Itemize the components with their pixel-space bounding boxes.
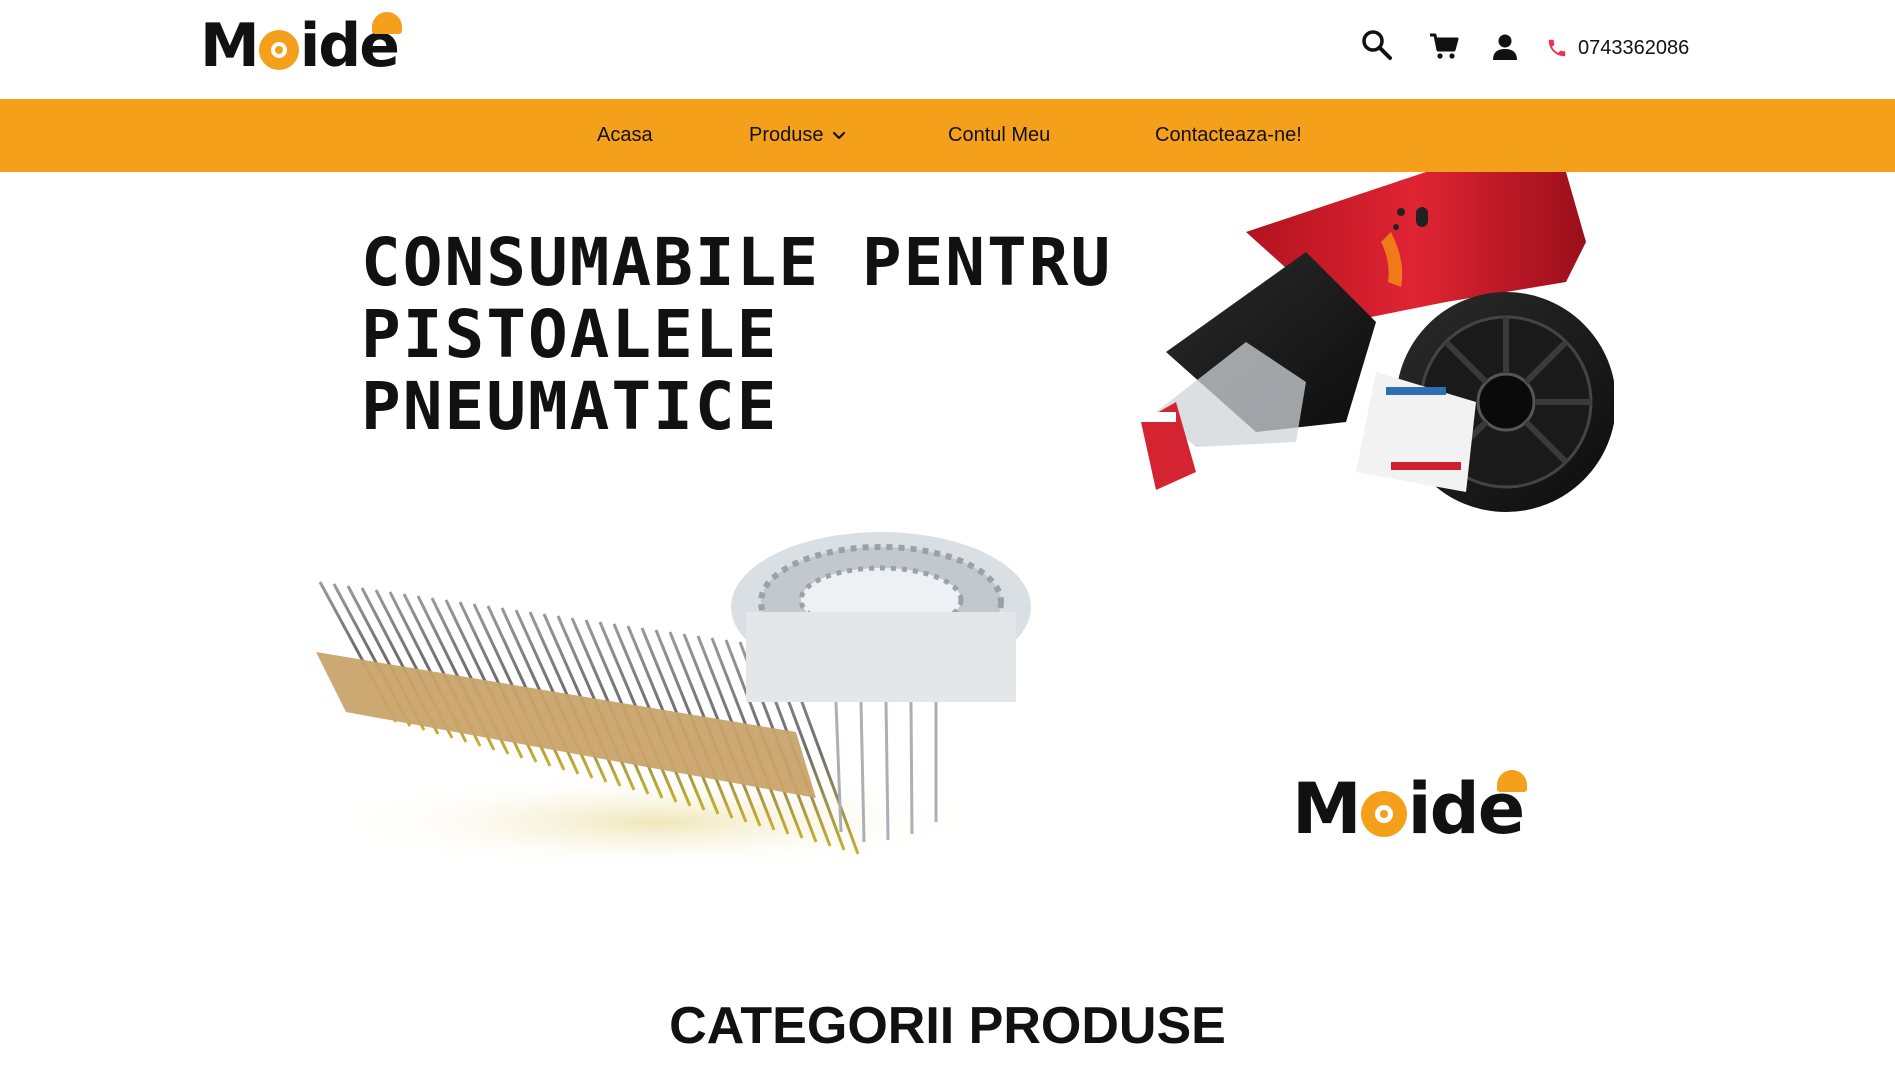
- phone-number: 0743362086: [1578, 36, 1690, 59]
- nav-item-label: Produse: [749, 124, 824, 146]
- logo-measure-tape-icon: [258, 30, 299, 70]
- user-icon: [1493, 34, 1517, 60]
- chevron-down-icon: [832, 99, 846, 172]
- search-icon: [1362, 30, 1392, 60]
- logo-helmet-icon: [371, 12, 402, 34]
- hero-title-line: PNEUMATICE: [361, 368, 779, 445]
- hero-title-line: PISTOALELE: [361, 296, 779, 373]
- hero-logo: Mide: [1292, 770, 1528, 846]
- nav-item-acasa[interactable]: Acasa: [597, 99, 653, 172]
- hero-title-line: CONSUMABILE PENTRU: [361, 224, 1113, 301]
- nav-item-label: Contul Meu: [948, 124, 1051, 146]
- cart-button[interactable]: [1428, 30, 1462, 64]
- nail-gun-image: [1141, 172, 1614, 512]
- main-navigation: Acasa Produse Contul Meu Contacteaza-ne!: [0, 99, 1895, 172]
- account-button[interactable]: [1490, 32, 1524, 66]
- site-logo[interactable]: Mide: [200, 12, 426, 78]
- hero-logo-wordmark: Mide: [1292, 770, 1528, 846]
- cart-icon: [1430, 33, 1459, 59]
- nav-item-label: Acasa: [597, 124, 653, 146]
- nail-strip-image: [316, 532, 1031, 872]
- nav-item-contacteaza[interactable]: Contacteaza-ne!: [1155, 99, 1302, 172]
- logo-measure-tape-icon: [1360, 791, 1407, 837]
- categories-heading: CATEGORII PRODUSE: [669, 997, 1226, 1055]
- nav-item-label: Contacteaza-ne!: [1155, 124, 1302, 146]
- nav-item-produse[interactable]: Produse: [749, 99, 846, 172]
- hero-banner[interactable]: CONSUMABILE PENTRU PISTOALELE PNEUMATICE: [276, 172, 1614, 893]
- site-header: Mide 0743362086: [0, 0, 1895, 99]
- hero-title: CONSUMABILE PENTRU PISTOALELE PNEUMATICE: [361, 227, 1161, 443]
- search-button[interactable]: [1360, 28, 1394, 62]
- logo-wordmark: Mide: [200, 12, 402, 78]
- phone-icon: [1548, 39, 1566, 57]
- nav-item-contul-meu[interactable]: Contul Meu: [948, 99, 1050, 172]
- phone-link[interactable]: 0743362086: [1546, 34, 1689, 62]
